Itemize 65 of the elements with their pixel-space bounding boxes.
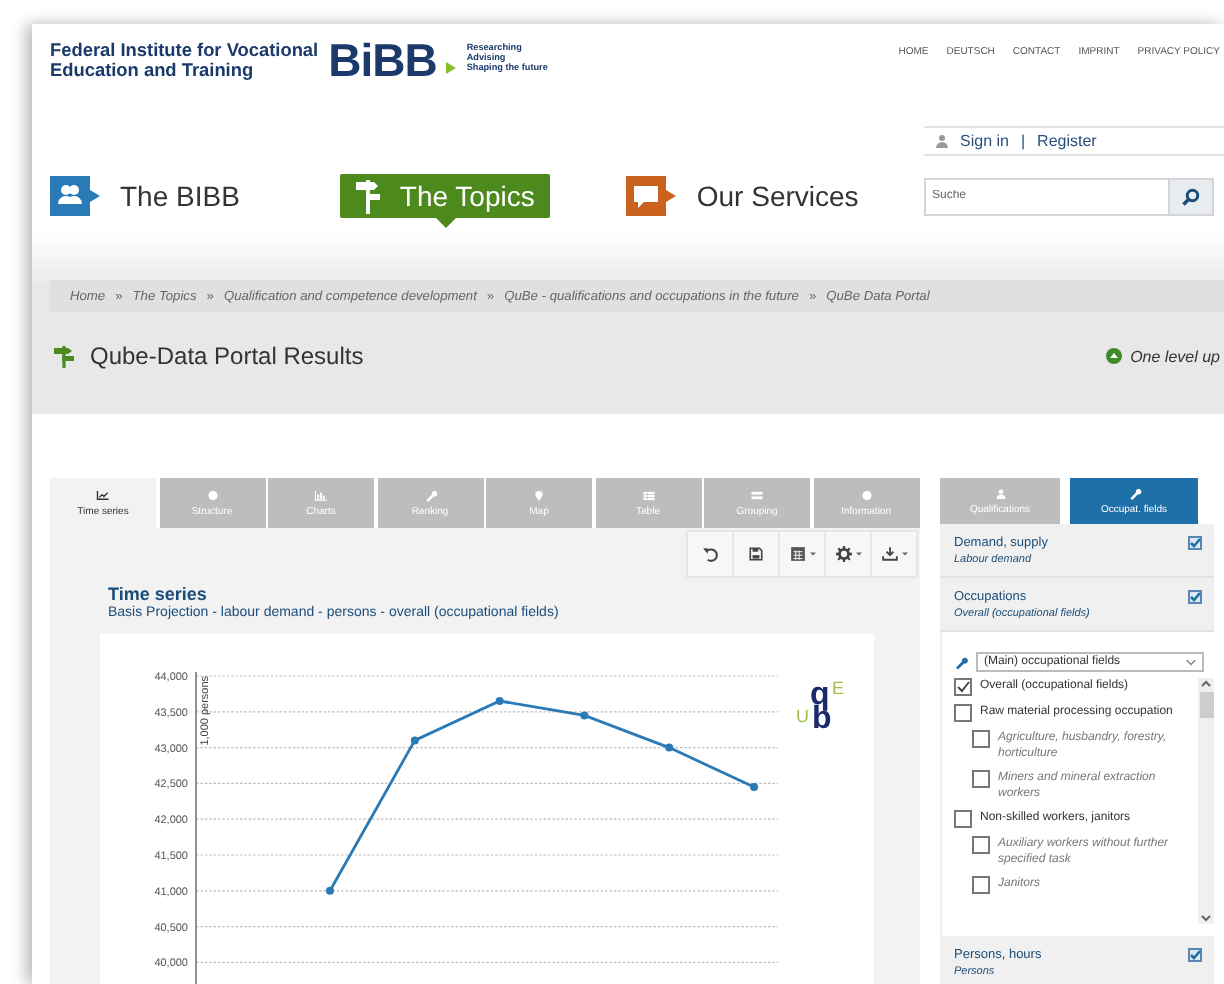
bar-chart-icon: [314, 489, 328, 501]
download-icon: [881, 546, 897, 562]
checkbox[interactable]: [954, 704, 972, 722]
logo: BiBB: [328, 38, 437, 82]
page-title: Qube-Data Portal Results: [90, 342, 364, 370]
nav-item[interactable]: The BIBB: [50, 174, 260, 218]
scroll-down-icon[interactable]: [1200, 912, 1212, 924]
logo-letter: E: [832, 678, 844, 698]
sign-in-link[interactable]: Sign in: [960, 132, 1009, 150]
scrollbar[interactable]: [1198, 678, 1214, 924]
up-arrow-icon: [1106, 348, 1123, 364]
person-icon: [993, 487, 1007, 499]
people-icon: [50, 176, 100, 216]
map-pin-icon: [532, 489, 546, 501]
caret-icon: [855, 552, 861, 556]
checkbox[interactable]: [954, 810, 972, 828]
register-link[interactable]: Register: [1037, 132, 1097, 150]
chart-heading: Time series: [108, 584, 209, 604]
checkbox[interactable]: [1188, 948, 1202, 962]
organization-name: Federal Institute for Vocational Education and Training: [50, 40, 319, 80]
data-point: [580, 711, 589, 720]
chart-line-icon: [96, 489, 110, 501]
search-icon: [1182, 187, 1200, 205]
undo-icon: [702, 546, 718, 562]
checkbox[interactable]: [954, 678, 972, 696]
wrench-icon: [954, 655, 968, 669]
scroll-up-icon[interactable]: [1200, 678, 1212, 690]
nav-item[interactable]: The Topics: [339, 174, 551, 218]
data-point: [750, 783, 758, 791]
checkbox[interactable]: [972, 770, 990, 788]
caret-icon: [901, 552, 907, 556]
toolbar-button[interactable]: [734, 532, 778, 576]
chevron-icon: [1186, 659, 1196, 665]
settings-icon: [835, 546, 851, 562]
checkbox[interactable]: [972, 730, 990, 748]
level-up-link[interactable]: One level up: [1130, 347, 1220, 365]
checkbox[interactable]: [972, 836, 990, 854]
data-point: [410, 736, 419, 745]
caret-icon: [809, 552, 815, 556]
toolbar-button[interactable]: [826, 532, 870, 576]
wrench-icon: [423, 489, 437, 501]
search-button[interactable]: [1168, 179, 1212, 213]
toolbar-button[interactable]: [688, 532, 732, 576]
data-point: [665, 743, 674, 752]
data-point: [326, 886, 334, 895]
calculator-icon: [789, 546, 805, 562]
list-icon: [750, 489, 764, 501]
data-point: [495, 697, 504, 705]
save-icon: [748, 546, 764, 562]
checkbox[interactable]: [1188, 590, 1202, 604]
toolbar-button[interactable]: [780, 532, 824, 576]
signpost-icon: [355, 178, 380, 214]
scrollbar-thumb[interactable]: [1199, 692, 1213, 718]
toolbar-button[interactable]: [872, 532, 916, 576]
wrench-icon: [1127, 487, 1141, 499]
logo-letter: U: [796, 706, 809, 726]
person-icon: [936, 134, 948, 148]
signpost-icon: [54, 344, 76, 368]
speech-bubble-icon: [626, 176, 677, 216]
table-icon: [641, 489, 655, 501]
checkbox[interactable]: [1188, 536, 1202, 550]
nav-item[interactable]: Our Services: [626, 174, 879, 218]
checkbox[interactable]: [972, 876, 990, 894]
arrow-icon: [446, 62, 457, 74]
separator: |: [1020, 132, 1026, 150]
